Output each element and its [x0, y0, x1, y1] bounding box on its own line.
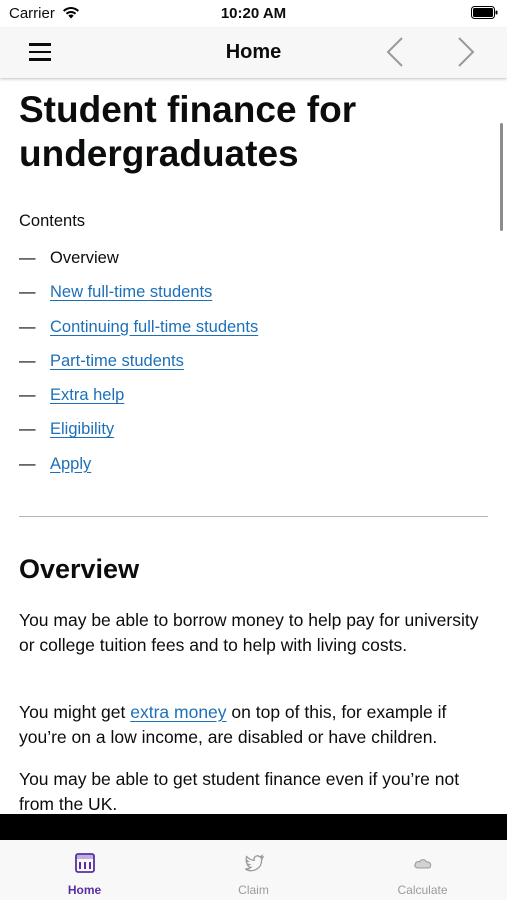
toc-link-continuing[interactable]: Continuing full-time students — [50, 318, 258, 336]
tab-home[interactable]: Home — [0, 840, 169, 900]
nav-title: Home — [225, 41, 282, 63]
overview-paragraph-3: You may be able to get student finance e… — [19, 769, 460, 813]
status-bar: Carrier 10:20 AM — [0, 0, 507, 28]
section-divider — [19, 516, 488, 517]
toc-item-extra-help: — Extra help — [19, 386, 125, 405]
tab-label-home: Home — [67, 883, 102, 897]
toc-label-overview: Overview — [50, 249, 119, 267]
page-title: Student finance for undergraduates — [19, 89, 357, 174]
tab-bar: Home Claim Calculate — [0, 840, 507, 900]
overview-paragraph-1: You may be able to borrow money to help … — [19, 610, 479, 655]
forward-chevron-icon[interactable] — [455, 36, 477, 68]
toc-link-extra-help[interactable]: Extra help — [50, 386, 124, 404]
battery-icon — [471, 6, 498, 19]
toc-item-apply: — Apply — [19, 454, 92, 473]
tab-calculate[interactable]: Calculate — [338, 840, 507, 900]
toc-link-eligibility[interactable]: Eligibility — [50, 420, 114, 438]
tab-label-claim: Claim — [238, 883, 269, 897]
contents-label: Contents — [19, 212, 86, 230]
toc-item-new-full-time: — New full-time students — [19, 283, 213, 302]
toc-item-eligibility: — Eligibility — [19, 420, 115, 439]
bird-icon — [244, 854, 265, 872]
toc-link-apply[interactable]: Apply — [50, 455, 91, 473]
contents-list: — Overview — New full-time students — Conti… — [19, 249, 258, 489]
scroll-indicator[interactable] — [500, 123, 503, 231]
toc-item-overview: — Overview — [19, 249, 119, 267]
toc-item-continuing: — Continuing full-time students — [19, 317, 259, 336]
toc-item-part-time: — Part-time students — [19, 351, 184, 370]
bottom-black-bar — [0, 814, 507, 840]
overview-paragraph-2: You might get extra money on top of this… — [19, 702, 447, 747]
toc-link-new-full-time[interactable]: New full-time students — [50, 283, 212, 301]
home-icon — [75, 853, 95, 873]
back-chevron-icon[interactable] — [384, 36, 406, 68]
clock: 10:20 AM — [220, 5, 287, 22]
toc-link-part-time[interactable]: Part-time students — [50, 352, 184, 370]
tab-claim[interactable]: Claim — [169, 840, 338, 900]
page-content[interactable]: Student finance for undergraduates Conte… — [0, 78, 507, 813]
tab-label-calculate: Calculate — [397, 883, 448, 897]
navigation-bar: Home — [0, 28, 507, 78]
extra-money-link[interactable]: extra money — [130, 702, 226, 722]
cloud-icon — [414, 859, 432, 869]
section-title: Overview — [19, 554, 140, 584]
